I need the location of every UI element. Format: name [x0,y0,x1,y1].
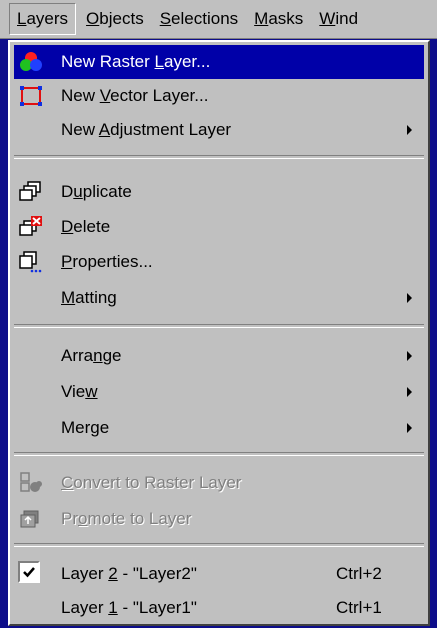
menu-item-properties[interactable]: Properties... [14,245,424,279]
menu-item-arrange[interactable]: Arrange [14,339,424,373]
menu-bar: Layers Objects Selections Masks Wind [0,0,437,39]
menu-item-delete[interactable]: Delete [14,210,424,244]
menu-objects[interactable]: Objects [80,4,150,34]
promote-layer-icon [20,510,39,528]
submenu-arrow-icon [407,293,412,303]
checkmark-icon [18,561,40,583]
menu-item-label: New Raster Layer... [61,52,211,71]
menu-item-label: Duplicate [61,182,132,201]
submenu-arrow-icon [407,423,412,433]
submenu-arrow-icon [407,387,412,397]
menu-item-label: New Vector Layer... [61,86,209,105]
menu-accel: O [86,9,100,28]
menu-item-label: Promote to Layer [61,509,192,528]
menu-label-post: asks [268,9,304,28]
menu-item-layer-1[interactable]: Layer 1 - "Layer1" Ctrl+1 [14,591,424,625]
menu-separator [14,324,424,328]
menu-item-label: New Adjustment Layer [61,120,232,139]
layers-dropdown-menu: New Raster Layer... New Vector Layer... … [8,40,430,626]
menu-item-promote-to-layer: Promote to Layer [14,502,424,536]
menu-label-post: elections [171,9,239,28]
menu-item-layer-2[interactable]: Layer 2 - "Layer2" Ctrl+2 [14,557,424,591]
menu-masks[interactable]: Masks [248,4,309,34]
menu-selections[interactable]: Selections [154,4,244,34]
submenu-arrow-icon [407,351,412,361]
menu-layers[interactable]: Layers [9,3,77,35]
color-circles-icon [20,52,42,71]
menu-item-label: Layer 1 - "Layer1" [61,598,197,617]
menu-item-shortcut: Ctrl+1 [336,598,382,617]
menu-accel: W [319,9,336,28]
duplicate-layers-icon [19,181,41,201]
menu-item-merge[interactable]: Merge [14,411,424,445]
menu-label-post: ayers [26,9,69,28]
menu-accel: S [159,9,172,28]
menu-item-convert-to-raster: Convert to Raster Layer [14,466,424,500]
vector-frame-icon [20,86,42,106]
menu-item-label: Arrange [61,346,122,365]
menu-item-label: Merge [61,418,110,437]
menu-separator [14,155,424,159]
menu-item-shortcut: Ctrl+2 [336,564,382,583]
menu-separator [14,452,424,456]
menu-accel: M [254,9,269,28]
menu-item-label: Matting [61,288,117,307]
menu-item-view[interactable]: View [14,375,424,409]
submenu-arrow-icon [407,125,412,135]
menu-item-label: Layer 2 - "Layer2" [61,564,197,583]
delete-layer-icon [19,216,42,236]
menu-item-label: View [61,382,98,401]
menu-item-new-adjustment-layer[interactable]: New Adjustment Layer [14,113,424,147]
menu-item-label: Convert to Raster Layer [61,473,242,492]
menu-label-post: ind [335,9,359,28]
layer-properties-icon [19,251,42,273]
menu-item-label: Delete [61,217,111,236]
menu-item-duplicate[interactable]: Duplicate [14,175,424,209]
menu-item-matting[interactable]: Matting [14,281,424,315]
menu-label-post: bjects [99,9,144,28]
convert-layer-icon [20,472,42,492]
menu-item-new-raster-layer[interactable]: New Raster Layer... [14,45,424,79]
menu-window[interactable]: Wind [313,4,364,34]
menu-item-label: Properties... [61,252,153,271]
menu-separator [14,543,424,547]
menu-item-new-vector-layer[interactable]: New Vector Layer... [14,79,424,113]
background-strip [0,39,8,628]
